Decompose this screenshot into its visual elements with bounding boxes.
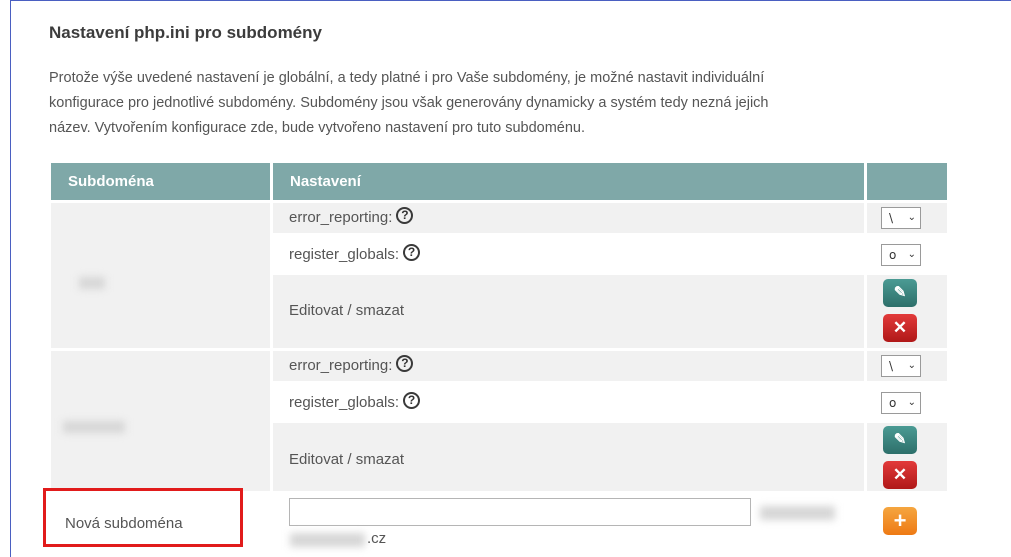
setting-label: register_globals: [289,394,400,411]
chevron-down-icon: ⌄ [907,360,916,371]
action-cell: ✎ ✕ [867,423,947,491]
edit-delete-label: Editovat / smazat [289,451,405,468]
description-line: Protože výše uvedené nastavení je globál… [49,70,765,86]
select-cell: \ ⌄ [867,351,947,381]
blurred-subdomain-name [63,421,125,433]
help-icon[interactable]: ? [403,244,421,261]
edit-button[interactable]: ✎ [883,426,917,454]
setting-row: error_reporting:? [273,351,864,381]
description-line: název. Vytvořením konfigurace zde, bude … [49,120,586,136]
edit-delete-label: Editovat / smazat [289,302,405,319]
blurred-subdomain-name [79,277,105,289]
select-cell: \ ⌄ [867,203,947,233]
section-description: Protože výše uvedené nastavení je globál… [49,66,949,141]
pencil-icon: ✎ [893,431,907,448]
setting-label: register_globals: [289,246,400,263]
help-icon[interactable]: ? [396,355,414,372]
setting-row: error_reporting:? [273,203,864,233]
action-row: Editovat / smazat [273,275,864,348]
error-reporting-select[interactable]: \ ⌄ [881,355,921,377]
setting-row: register_globals:? [273,384,864,420]
error-reporting-select[interactable]: \ ⌄ [881,207,921,229]
edit-button[interactable]: ✎ [883,279,917,307]
chevron-down-icon: ⌄ [907,212,916,223]
close-icon: ✕ [892,318,908,337]
delete-button[interactable]: ✕ [883,461,917,489]
select-value: o [889,396,897,410]
select-cell: o ⌄ [867,236,947,272]
header-actions [867,163,947,200]
blurred-domain-name [760,506,835,520]
setting-error-reporting: error_reporting:? [289,355,414,374]
subdomain-cell [51,203,270,348]
new-subdomain-input[interactable] [289,498,751,526]
chevron-down-icon: ⌄ [907,397,916,408]
select-value: o [889,248,897,262]
pencil-icon: ✎ [893,284,907,301]
setting-label: error_reporting: [289,357,393,374]
select-cell: o ⌄ [867,384,947,420]
add-button[interactable]: + [883,507,917,535]
select-value: \ [889,211,894,225]
header-subdomena: Subdoména [51,163,270,200]
highlight-box [43,488,243,547]
header-nastaveni: Nastavení [273,163,864,200]
setting-register-globals: register_globals:? [289,392,421,411]
close-icon: ✕ [892,465,908,484]
domain-suffix: .cz [367,530,387,547]
chevron-down-icon: ⌄ [907,249,916,260]
help-icon[interactable]: ? [403,392,421,409]
setting-row: register_globals:? [273,236,864,272]
blurred-domain-name [290,533,365,547]
register-globals-select[interactable]: o ⌄ [881,392,921,414]
setting-label: error_reporting: [289,209,393,226]
register-globals-select[interactable]: o ⌄ [881,244,921,266]
section-title: Nastavení php.ini pro subdomény [49,23,322,42]
action-row: Editovat / smazat [273,423,864,491]
setting-error-reporting: error_reporting:? [289,207,414,226]
action-cell: ✎ ✕ [867,275,947,348]
delete-button[interactable]: ✕ [883,314,917,342]
setting-register-globals: register_globals:? [289,244,421,263]
help-icon[interactable]: ? [396,207,414,224]
subdomain-cell [51,351,270,491]
description-line: konfigurace pro jednotlivé subdomény. Su… [49,95,769,111]
plus-icon: + [893,508,907,533]
select-value: \ [889,359,894,373]
